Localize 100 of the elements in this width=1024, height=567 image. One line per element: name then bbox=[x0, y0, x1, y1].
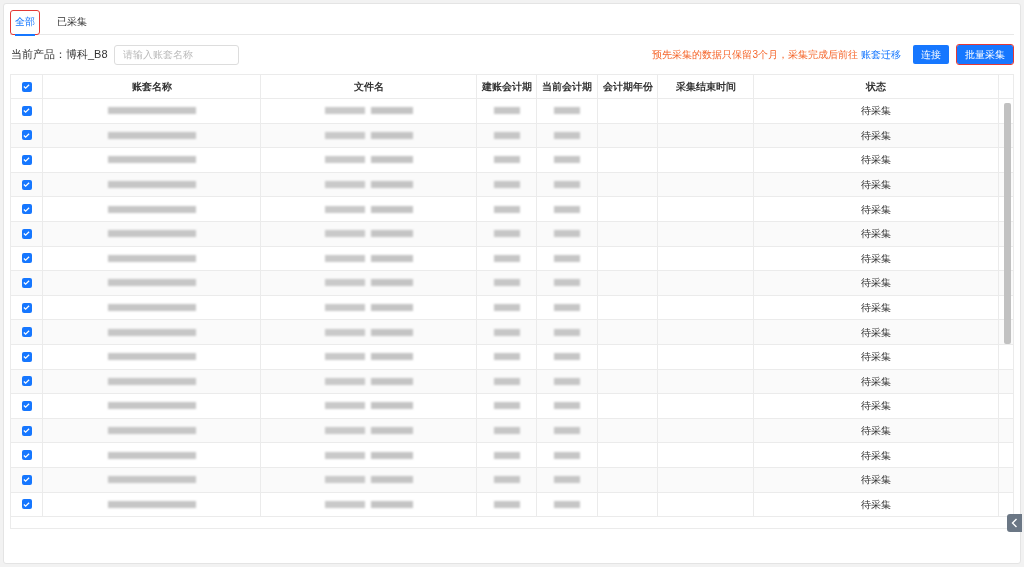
check-icon bbox=[23, 254, 30, 262]
check-icon bbox=[23, 328, 30, 336]
redacted-text bbox=[493, 304, 520, 312]
checkbox[interactable] bbox=[21, 425, 32, 436]
redacted-text bbox=[493, 279, 520, 287]
redacted-text bbox=[554, 304, 580, 312]
check-icon bbox=[23, 427, 30, 434]
redacted-text bbox=[554, 451, 580, 459]
collapse-button[interactable] bbox=[1007, 514, 1022, 532]
product-label: 当前产品： bbox=[11, 47, 66, 63]
checkbox[interactable] bbox=[21, 302, 32, 313]
status-text: 待采集 bbox=[861, 251, 891, 266]
status-text: 待采集 bbox=[861, 128, 891, 143]
migration-link[interactable]: 账套迁移 bbox=[861, 47, 901, 62]
status-text: 待采集 bbox=[861, 473, 891, 488]
checkbox[interactable] bbox=[21, 228, 32, 239]
redacted-text bbox=[493, 131, 520, 139]
checkbox[interactable] bbox=[21, 253, 32, 264]
checkbox[interactable] bbox=[21, 130, 32, 141]
check-icon bbox=[23, 402, 30, 410]
check-icon bbox=[23, 451, 30, 459]
status-text: 待采集 bbox=[861, 301, 891, 316]
redacted-text bbox=[554, 427, 580, 434]
column-header: 建账会计期 bbox=[477, 75, 537, 98]
status-text: 待采集 bbox=[861, 374, 891, 389]
redacted-text bbox=[493, 107, 520, 115]
redacted-text bbox=[554, 107, 580, 115]
status-text: 待采集 bbox=[861, 424, 891, 438]
redacted-text bbox=[493, 156, 520, 164]
check-icon bbox=[23, 353, 30, 361]
checkbox[interactable] bbox=[21, 450, 32, 461]
column-header: 当前会计期 bbox=[537, 75, 598, 98]
redacted-text bbox=[493, 377, 520, 385]
checkbox[interactable] bbox=[21, 155, 32, 165]
tab[interactable]: 全部 bbox=[11, 11, 39, 34]
checkbox[interactable] bbox=[21, 179, 32, 190]
redacted-text bbox=[493, 353, 520, 361]
check-icon bbox=[23, 230, 30, 238]
redacted-text bbox=[554, 377, 580, 385]
action-button[interactable]: 批量采集 bbox=[957, 45, 1013, 64]
action-button[interactable]: 连接 bbox=[913, 45, 949, 64]
notice-text: 预先采集的数据只保留3个月，采集完成后前往 bbox=[652, 48, 858, 62]
redacted-text bbox=[493, 476, 520, 484]
check-icon bbox=[23, 304, 30, 312]
checkbox[interactable] bbox=[21, 105, 32, 116]
status-text: 待采集 bbox=[861, 276, 891, 291]
checkbox[interactable] bbox=[21, 474, 32, 485]
checkbox[interactable] bbox=[21, 351, 32, 362]
status-text: 待采集 bbox=[861, 448, 891, 463]
checkbox[interactable] bbox=[21, 81, 32, 92]
check-icon bbox=[23, 107, 30, 115]
column-header: 账套名称 bbox=[43, 75, 261, 98]
check-icon bbox=[23, 131, 30, 139]
status-text: 待采集 bbox=[861, 350, 891, 365]
status-text: 待采集 bbox=[861, 227, 891, 242]
check-icon bbox=[23, 83, 30, 90]
tab[interactable]: 已采集 bbox=[53, 11, 91, 34]
checkbox[interactable] bbox=[21, 327, 32, 338]
scrollbar-thumb[interactable] bbox=[1004, 103, 1011, 344]
status-text: 待采集 bbox=[861, 153, 891, 168]
column-header: 文件名 bbox=[261, 75, 477, 98]
status-text: 待采集 bbox=[861, 202, 891, 217]
redacted-text bbox=[493, 230, 520, 238]
redacted-text bbox=[554, 500, 580, 508]
check-icon bbox=[23, 205, 30, 213]
status-text: 待采集 bbox=[861, 399, 891, 414]
column-header: 采集结束时间 bbox=[658, 75, 754, 98]
redacted-text bbox=[554, 156, 580, 164]
redacted-text bbox=[554, 476, 580, 484]
check-icon bbox=[23, 181, 30, 189]
check-icon bbox=[23, 279, 30, 287]
redacted-text bbox=[554, 131, 580, 139]
redacted-text bbox=[554, 279, 580, 287]
column-header: 状态 bbox=[754, 75, 999, 98]
chevron-left-icon bbox=[1011, 518, 1018, 528]
check-icon bbox=[23, 500, 30, 508]
redacted-text bbox=[554, 205, 580, 213]
status-text: 待采集 bbox=[861, 497, 891, 512]
checkbox[interactable] bbox=[21, 277, 32, 288]
status-text: 待采集 bbox=[861, 104, 891, 119]
column-header: 会计期年份 bbox=[598, 75, 658, 98]
redacted-text bbox=[493, 328, 520, 336]
redacted-text bbox=[554, 402, 580, 410]
redacted-text bbox=[554, 353, 580, 361]
check-icon bbox=[23, 377, 30, 385]
redacted-text bbox=[554, 181, 580, 189]
redacted-text bbox=[554, 328, 580, 336]
status-text: 待采集 bbox=[861, 325, 891, 340]
checkbox[interactable] bbox=[21, 400, 32, 411]
checkbox[interactable] bbox=[21, 204, 32, 215]
redacted-text bbox=[493, 205, 520, 213]
product-name: 博科_B8 bbox=[66, 47, 108, 63]
checkbox[interactable] bbox=[21, 499, 32, 510]
search-field[interactable]: 请输入账套名称 bbox=[113, 44, 239, 65]
redacted-text bbox=[554, 254, 580, 262]
check-icon bbox=[23, 156, 30, 164]
redacted-text bbox=[493, 500, 520, 508]
checkbox[interactable] bbox=[21, 376, 32, 387]
redacted-text bbox=[554, 230, 580, 238]
redacted-text bbox=[493, 427, 520, 434]
